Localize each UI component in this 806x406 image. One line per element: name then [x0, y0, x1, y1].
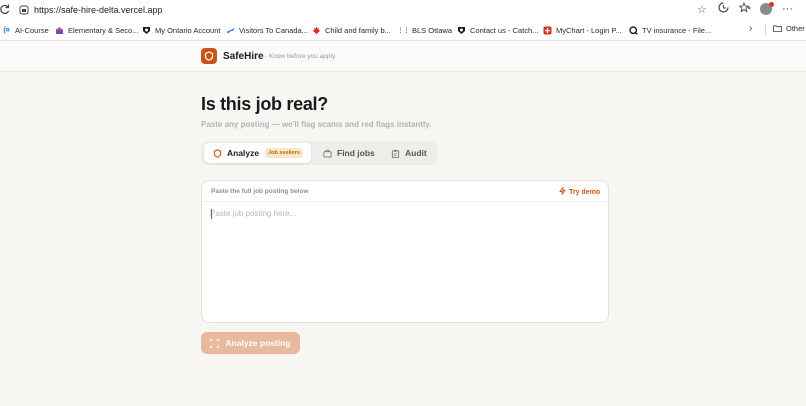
tab-find-jobs[interactable]: Find jobs	[317, 143, 383, 163]
posting-input-label: Paste the full job posting below	[211, 188, 309, 195]
tab-label: Analyze	[227, 148, 260, 158]
course-icon: (¤	[3, 26, 10, 34]
profile-notification-dot	[769, 2, 774, 7]
search-q-icon	[629, 25, 638, 35]
folder-icon	[773, 24, 782, 33]
try-demo-label: Try demo	[569, 188, 601, 196]
bookmark-item[interactable]: (¤ AI-Course	[2, 24, 49, 36]
sparkle-icon	[559, 185, 566, 197]
scan-icon	[210, 338, 220, 348]
bookmark-item[interactable]: My Ontario Account	[142, 24, 220, 36]
bls-icon: ⋮⋮	[397, 27, 410, 34]
bookmark-item[interactable]: MyChart - Login P...	[543, 24, 622, 36]
analyze-posting-button[interactable]: Analyze posting	[201, 332, 300, 354]
clipboard-icon	[391, 149, 400, 158]
more-options-icon[interactable]: ···	[782, 2, 793, 16]
bookmarks-divider	[765, 25, 766, 35]
site-info-icon[interactable]	[18, 4, 30, 16]
browser-toolbar: https://safe-hire-delta.vercel.app ☆ ···	[0, 0, 806, 19]
shield-icon	[213, 148, 222, 158]
plane-icon	[226, 26, 235, 35]
favorites-icon[interactable]	[738, 1, 751, 17]
ontario-icon	[142, 26, 151, 35]
brand-tagline: · Know before you apply.	[265, 53, 337, 60]
briefcase-icon	[323, 149, 332, 158]
app-header: SafeHire · Know before you apply.	[0, 41, 806, 72]
page-subtitle: Paste any posting — we'll flag scams and…	[201, 120, 432, 129]
bookmark-item[interactable]: ⋮⋮ BLS Ottawa	[397, 24, 453, 36]
mode-tabs: Analyze Job seekers Find jobs Audit	[201, 141, 437, 165]
bookmark-label: My Ontario Account	[155, 25, 221, 35]
other-bookmarks-label: Other b	[786, 24, 806, 33]
bookmark-item[interactable]: Elementary & Seco...	[55, 24, 138, 36]
bookmark-label: BLS Ottawa	[412, 25, 453, 35]
job-seekers-badge: Job seekers	[265, 148, 303, 158]
page-title: Is this job real?	[201, 94, 328, 114]
tab-label: Audit	[405, 148, 427, 158]
other-bookmarks[interactable]: Other b	[773, 24, 806, 33]
job-posting-textarea[interactable]	[210, 209, 600, 314]
bookmark-label: Contact us - Catch...	[470, 25, 539, 35]
bookmark-label: MyChart - Login P...	[556, 25, 622, 35]
bookmark-label: Visitors To Canada...	[239, 25, 308, 35]
text-caret	[211, 209, 212, 219]
favorite-star-icon[interactable]: ☆	[697, 3, 707, 16]
bookmark-item[interactable]: TV insurance - File...	[629, 24, 711, 36]
bookmark-label: TV insurance - File...	[642, 25, 712, 35]
address-bar[interactable]: https://safe-hire-delta.vercel.app	[12, 1, 712, 18]
bookmark-label: AI-Course	[15, 25, 49, 35]
bookmark-label: Elementary & Seco...	[68, 25, 139, 35]
safehire-logo-icon[interactable]	[201, 48, 217, 64]
maple-leaf-icon	[312, 26, 321, 35]
school-icon	[55, 26, 64, 35]
tab-analyze[interactable]: Analyze Job seekers	[204, 143, 311, 163]
bookmark-item[interactable]: Contact us - Catch...	[457, 24, 538, 36]
tab-label: Find jobs	[337, 148, 375, 158]
url-text: https://safe-hire-delta.vercel.app	[34, 4, 163, 15]
card-header: Paste the full job posting below Try dem…	[202, 181, 608, 202]
browser-essentials-icon[interactable]	[718, 2, 729, 17]
bookmark-item[interactable]: Child and family b...	[312, 24, 391, 36]
try-demo-button[interactable]: Try demo	[559, 185, 601, 197]
bookmarks-bar: (¤ AI-Course Elementary & Seco... My Ont…	[0, 19, 806, 41]
chevron-right-icon[interactable]: ›	[749, 23, 752, 34]
mychart-icon	[543, 26, 552, 35]
brand-name[interactable]: SafeHire	[223, 51, 264, 62]
posting-input-card: Paste the full job posting below Try dem…	[201, 180, 609, 323]
bookmark-item[interactable]: Visitors To Canada...	[226, 24, 308, 36]
bookmark-label: Child and family b...	[325, 25, 391, 35]
analyze-posting-label: Analyze posting	[225, 338, 291, 348]
tab-audit[interactable]: Audit	[387, 143, 435, 163]
catch-icon	[457, 26, 466, 35]
reload-icon[interactable]	[0, 3, 10, 15]
